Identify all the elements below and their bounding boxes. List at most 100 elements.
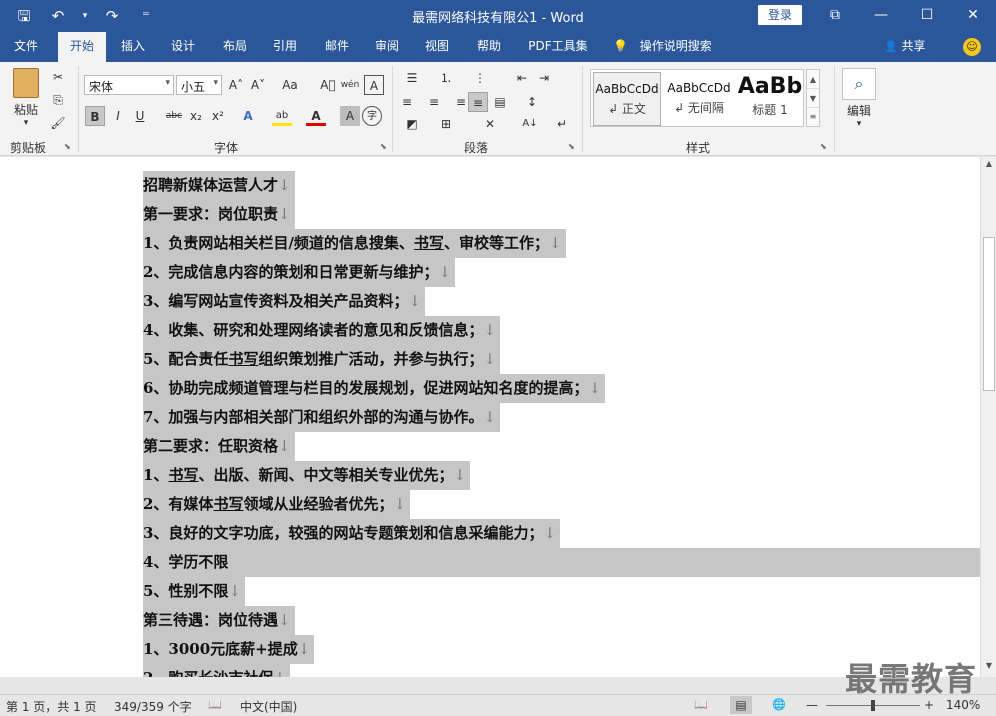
scrollbar-thumb[interactable] [983, 237, 995, 391]
enclose-characters-icon[interactable]: 字 [362, 106, 382, 126]
styles-more-icon[interactable]: ≡ [807, 108, 819, 126]
maximize-icon[interactable]: ☐ [904, 0, 950, 32]
asian-layout-icon[interactable]: ✕ [480, 114, 500, 134]
style-normal[interactable]: AaBbCcDd ↲ 正文 [593, 72, 661, 126]
document-line[interactable]: 7、加强与内部相关部门和组织外部的沟通与协作。↓ [143, 403, 980, 432]
sort-icon[interactable]: A↓ [520, 114, 540, 134]
text-effects-icon[interactable]: A [238, 106, 258, 126]
document-line[interactable]: 第三待遇：岗位待遇↓ [143, 606, 980, 635]
character-border-icon[interactable]: A [364, 75, 384, 95]
proofing-icon[interactable]: 📖 [208, 698, 222, 711]
scroll-down-icon[interactable]: ▼ [981, 661, 996, 675]
strikethrough-icon[interactable]: abc [162, 106, 186, 126]
web-layout-icon[interactable]: 🌐 [772, 698, 786, 711]
subscript-icon[interactable]: x₂ [186, 106, 206, 126]
share-button[interactable]: 👤 共享 [884, 32, 926, 62]
minimize-icon[interactable]: — [858, 0, 904, 32]
document-line[interactable]: 1、书写、出版、新闻、中文等相关专业优先；↓ [143, 461, 980, 490]
decrease-indent-icon[interactable]: ⇤ [512, 68, 532, 88]
ribbon-display-icon[interactable]: ⧉ [812, 0, 858, 32]
feedback-smiley-icon[interactable]: ☺ [963, 38, 981, 56]
font-name-combo[interactable]: 宋体 ▾ [84, 75, 174, 95]
align-left-icon[interactable]: ≡ [402, 92, 422, 112]
paragraph-shading-icon[interactable]: ◩ [402, 114, 422, 134]
font-color-icon[interactable]: A [306, 106, 326, 126]
print-layout-icon[interactable]: ▤ [730, 696, 752, 714]
zoom-out-icon[interactable]: — [806, 698, 818, 712]
document-line[interactable]: 3、良好的文字功底，较强的网站专题策划和信息采编能力；↓ [143, 519, 980, 548]
align-center-icon[interactable]: ≡ [424, 92, 444, 112]
distributed-icon[interactable]: ▤ [490, 92, 510, 112]
tab-insert[interactable]: 插入 [110, 32, 156, 62]
numbering-icon[interactable]: ⒈ [436, 68, 456, 88]
tab-references[interactable]: 引用 [262, 32, 308, 62]
document-line[interactable]: 第二要求：任职资格↓ [143, 432, 980, 461]
cut-icon[interactable]: ✂ [48, 67, 68, 87]
styles-launcher-icon[interactable]: ⬊ [820, 142, 827, 151]
document-line[interactable]: 招聘新媒体运营人才↓ [143, 171, 980, 200]
font-launcher-icon[interactable]: ⬊ [380, 142, 387, 151]
page-count[interactable]: 第 1 页，共 1 页 [6, 698, 97, 715]
tab-mailings[interactable]: 邮件 [314, 32, 360, 62]
increase-indent-icon[interactable]: ⇥ [534, 68, 554, 88]
font-size-combo[interactable]: 小五 ▾ [176, 75, 222, 95]
styles-scroll-up-icon[interactable]: ▲ [807, 70, 819, 89]
document-line[interactable]: 6、协助完成频道管理与栏目的发展规划，促进网站知名度的提高；↓ [143, 374, 980, 403]
paste-button[interactable]: 粘贴 ▾ [8, 68, 44, 130]
superscript-icon[interactable]: x² [208, 106, 228, 126]
document-body[interactable]: 招聘新媒体运营人才↓ 第一要求：岗位职责↓ 1、负责网站相关栏目/频道的信息搜集… [143, 171, 980, 677]
document-line[interactable]: 4、学历不限 [143, 548, 980, 577]
align-right-icon[interactable]: ≡ [446, 92, 466, 112]
justify-icon[interactable]: ≡ [468, 92, 488, 112]
show-marks-icon[interactable]: ↵ [552, 114, 572, 134]
document-line[interactable]: 2、有媒体书写领域从业经验者优先；↓ [143, 490, 980, 519]
tab-home[interactable]: 开始 [58, 32, 106, 62]
multilevel-list-icon[interactable]: ⋮ [470, 68, 490, 88]
clipboard-launcher-icon[interactable]: ⬊ [64, 142, 71, 151]
document-canvas[interactable]: 招聘新媒体运营人才↓ 第一要求：岗位职责↓ 1、负责网站相关栏目/频道的信息搜集… [0, 157, 980, 677]
tab-review[interactable]: 审阅 [364, 32, 410, 62]
login-button[interactable]: 登录 [758, 5, 802, 25]
character-shading-icon[interactable]: A [340, 106, 360, 126]
line-spacing-icon[interactable]: ↕ [522, 92, 542, 112]
zoom-level[interactable]: 140% [946, 698, 980, 712]
editing-button[interactable]: 编辑 ▾ [842, 102, 876, 129]
language-indicator[interactable]: 中文(中国) [240, 698, 297, 715]
tell-me-search[interactable]: 💡 操作说明搜索 [613, 32, 712, 62]
zoom-in-icon[interactable]: + [924, 698, 934, 712]
highlight-icon[interactable]: ab [272, 106, 292, 126]
style-no-spacing[interactable]: AaBbCcDd ↲ 无间隔 [665, 72, 733, 126]
tab-help[interactable]: 帮助 [466, 32, 512, 62]
document-line[interactable]: 2、完成信息内容的策划和日常更新与维护；↓ [143, 258, 980, 287]
read-mode-icon[interactable]: 📖 [694, 698, 708, 711]
tab-view[interactable]: 视图 [414, 32, 460, 62]
zoom-slider-thumb[interactable] [871, 700, 875, 711]
vertical-scrollbar[interactable]: ▲ ▼ [980, 157, 996, 677]
format-painter-icon[interactable]: 🖌 [48, 113, 68, 133]
borders-icon[interactable]: ⊞ [436, 114, 456, 134]
shrink-font-icon[interactable]: A˅ [248, 75, 268, 95]
editing-search-icon[interactable]: ⌕ [842, 68, 876, 100]
document-line[interactable]: 第一要求：岗位职责↓ [143, 200, 980, 229]
scroll-up-icon[interactable]: ▲ [981, 159, 996, 173]
change-case-icon[interactable]: Aa [276, 75, 304, 95]
document-line[interactable]: 1、负责网站相关栏目/频道的信息搜集、书写、审校等工作；↓ [143, 229, 980, 258]
grow-font-icon[interactable]: A˄ [226, 75, 246, 95]
document-line[interactable]: 5、配合责任书写组织策划推广活动，并参与执行；↓ [143, 345, 980, 374]
phonetic-guide-icon[interactable]: wén [340, 75, 360, 95]
style-heading-1[interactable]: AaBb 标题 1 [737, 72, 803, 126]
tab-pdf-tools[interactable]: PDF工具集 [522, 32, 594, 62]
bullets-icon[interactable]: ☰ [402, 68, 422, 88]
tab-design[interactable]: 设计 [160, 32, 206, 62]
underline-icon[interactable]: U [130, 106, 150, 126]
paragraph-launcher-icon[interactable]: ⬊ [568, 142, 575, 151]
copy-icon[interactable]: ⎘ [48, 90, 68, 110]
italic-icon[interactable]: I [108, 106, 128, 126]
document-line[interactable]: 4、收集、研究和处理网络读者的意见和反馈信息；↓ [143, 316, 980, 345]
clear-formatting-icon[interactable]: A⃠ [318, 75, 338, 95]
bold-icon[interactable]: B [85, 106, 105, 126]
close-icon[interactable]: ✕ [950, 0, 996, 32]
tab-file[interactable]: 文件 [0, 32, 52, 62]
tab-layout[interactable]: 布局 [212, 32, 258, 62]
styles-scroll-down-icon[interactable]: ▼ [807, 89, 819, 108]
